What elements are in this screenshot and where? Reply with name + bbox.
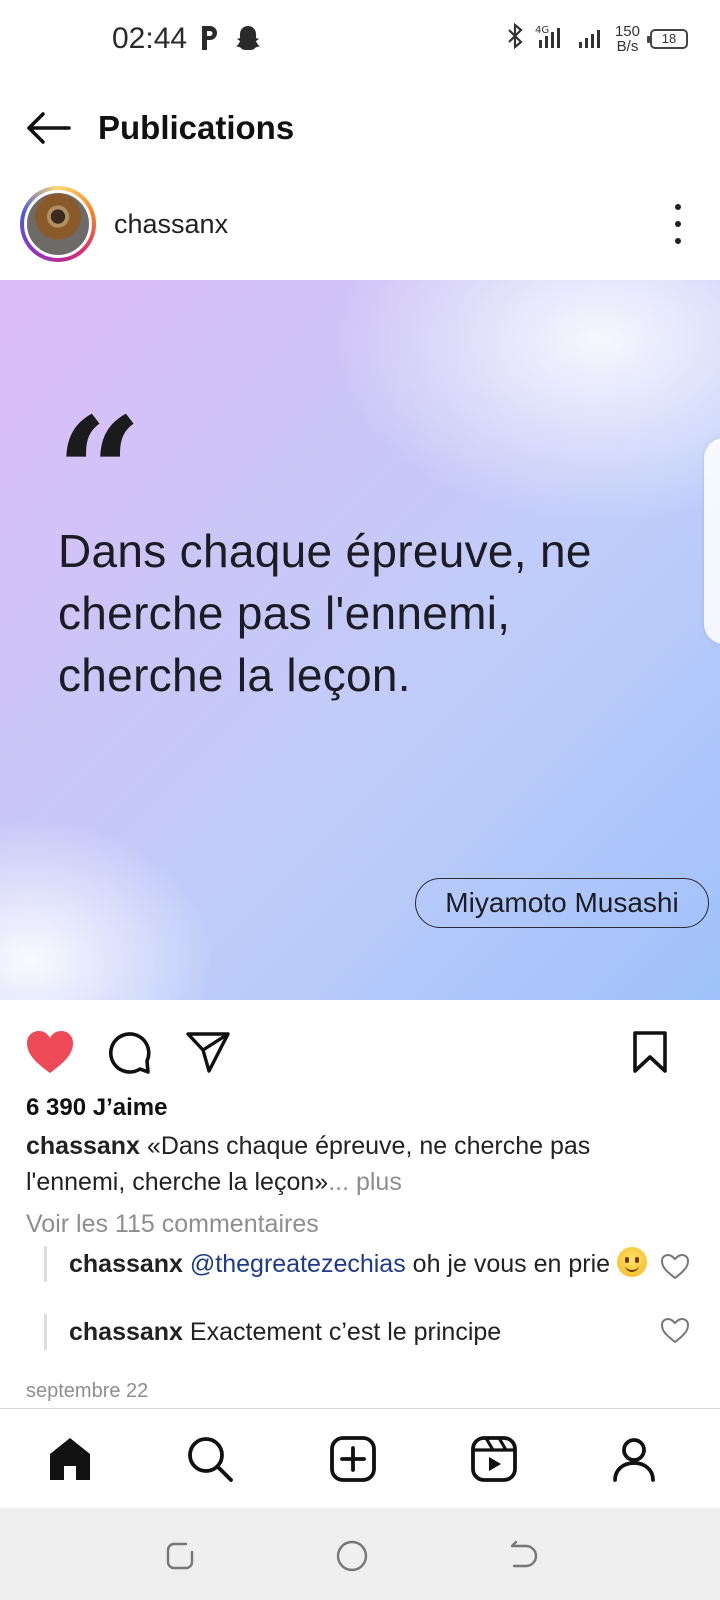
system-nav-bar <box>0 1508 720 1600</box>
view-comments-link[interactable]: Voir les 115 commentaires <box>26 1210 319 1239</box>
comment-button[interactable] <box>104 1026 156 1078</box>
signal-4g-icon: 4G <box>535 22 567 55</box>
nav-home[interactable] <box>42 1431 98 1487</box>
home-circle-icon <box>336 1540 368 1572</box>
more-options-button[interactable] <box>666 204 690 244</box>
comment-like-heart-icon[interactable] <box>660 1316 690 1346</box>
page-title: Publications <box>98 109 295 146</box>
quote-text: Dans chaque épreuve, ne cherche pas l'en… <box>58 520 678 706</box>
signal-icon <box>577 22 605 55</box>
nav-profile[interactable] <box>606 1431 662 1487</box>
home-icon <box>50 1438 90 1480</box>
comment-text: Exactement c’est le principe <box>189 1318 502 1346</box>
network-speed-unit: B/s <box>616 37 639 55</box>
caption-more-link[interactable]: ... plus <box>328 1168 402 1196</box>
post-actions <box>0 1020 720 1080</box>
network-speed-value: 150 <box>614 22 640 40</box>
recents-button[interactable] <box>162 1538 198 1574</box>
recents-icon <box>166 1542 194 1570</box>
quote-line: cherche pas l'ennemi, <box>58 587 511 639</box>
save-button[interactable] <box>624 1026 676 1078</box>
back-button[interactable] <box>24 104 72 152</box>
post-image[interactable]: “ Dans chaque épreuve, ne cherche pas l'… <box>0 280 720 1000</box>
status-left-icons <box>198 24 262 57</box>
profile-icon <box>613 1438 655 1482</box>
avatar[interactable] <box>24 190 92 258</box>
wink-emoji-icon <box>616 1247 647 1277</box>
post-header: chassanx <box>0 180 720 268</box>
network-speed: 150 B/s <box>615 24 640 54</box>
snapchat-icon <box>234 24 262 57</box>
bluetooth-icon <box>505 22 525 55</box>
quote-line: cherche la leçon. <box>58 649 411 701</box>
caption-username[interactable]: chassanx <box>26 1132 140 1160</box>
nav-reels[interactable] <box>466 1431 522 1487</box>
system-back-button[interactable] <box>506 1538 542 1574</box>
comment-icon <box>108 1032 151 1074</box>
post-caption: chassanx «Dans chaque épreuve, ne cherch… <box>26 1128 686 1200</box>
status-right-icons: 4G 150 B/s 18 <box>505 22 688 55</box>
status-time: 02:44 <box>112 22 188 55</box>
arrow-left-icon <box>27 112 71 144</box>
nav-create[interactable] <box>325 1431 381 1487</box>
create-post-icon <box>330 1436 376 1482</box>
battery-icon: 18 <box>647 28 688 49</box>
comment-item: chassanx @thegreatezechias oh je vous en… <box>44 1246 664 1282</box>
nav-search[interactable] <box>182 1431 238 1487</box>
post-date: septembre 22 <box>26 1380 149 1402</box>
comment-text: oh je vous en prie <box>412 1250 611 1278</box>
search-icon <box>188 1437 233 1482</box>
quote-line: Dans chaque épreuve, ne <box>58 525 592 577</box>
svg-text:4G: 4G <box>535 25 549 36</box>
comment-item: chassanx Exactement c’est le principe <box>44 1314 664 1350</box>
avatar-ring[interactable] <box>20 186 96 262</box>
app-header: Publications <box>0 90 720 166</box>
side-panel-handle[interactable] <box>704 438 720 644</box>
dot <box>675 238 681 244</box>
send-icon <box>186 1032 230 1073</box>
bookmark-icon <box>633 1031 667 1073</box>
share-button[interactable] <box>182 1026 234 1078</box>
quote-author: Miyamoto Musashi <box>415 878 709 928</box>
system-home-button[interactable] <box>334 1538 370 1574</box>
heart-filled-icon <box>27 1031 73 1073</box>
likes-count[interactable]: 6 390 J’aime <box>26 1094 167 1122</box>
parking-icon <box>198 24 220 57</box>
back-icon <box>510 1540 538 1568</box>
reels-icon <box>471 1436 517 1482</box>
status-bar: 02:44 4G 150 B/s 18 <box>0 0 720 80</box>
dot <box>675 204 681 210</box>
post-username[interactable]: chassanx <box>114 209 228 240</box>
comment-username[interactable]: chassanx <box>69 1250 183 1278</box>
bottom-nav <box>0 1408 720 1508</box>
like-button[interactable] <box>24 1026 76 1078</box>
dot <box>675 221 681 227</box>
comment-mention[interactable]: @thegreatezechias <box>190 1250 406 1278</box>
comment-like-heart-icon[interactable] <box>660 1252 690 1282</box>
comment-username[interactable]: chassanx <box>69 1318 183 1346</box>
